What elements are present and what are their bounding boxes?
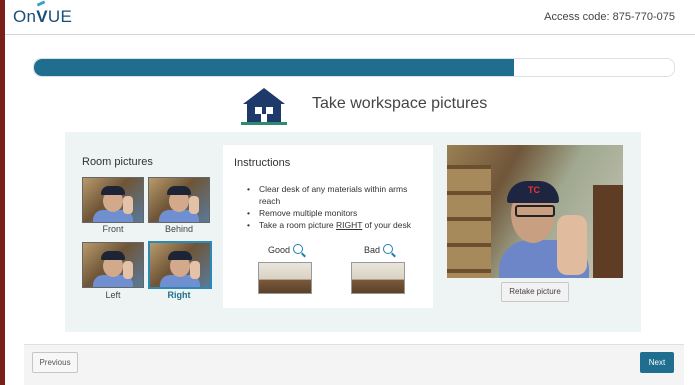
webcam-photo: TC [447,145,623,278]
access-code: Access code: 875-770-075 [544,11,675,23]
zoom-in-icon[interactable] [383,244,394,254]
next-button[interactable]: Next [640,352,674,373]
retake-picture-button[interactable]: Retake picture [501,282,569,302]
instructions-list: Clear desk of any materials within arms … [247,183,427,231]
instruction-text: Take a room picture [259,220,337,230]
footer-bar [24,344,684,385]
room-thumb-left[interactable] [82,242,144,288]
zoom-in-icon[interactable] [293,244,304,254]
room-thumb-caption: Behind [164,224,194,234]
instruction-item: Remove multiple monitors [247,207,427,219]
room-thumb-front[interactable] [82,177,144,223]
room-thumb-caption-selected: Right [167,290,191,300]
progress-bar [33,58,675,77]
progress-bar-fill [34,59,514,76]
top-bar: OnVUE Access code: 875-770-075 [5,0,695,35]
logo-prefix: On [13,7,37,26]
logo-v: V [36,7,48,26]
page-title: Take workspace pictures [312,95,488,112]
previous-button[interactable]: Previous [32,352,78,373]
bad-example-image [351,262,405,294]
bad-example-label[interactable]: Bad [364,244,394,255]
room-thumb-behind[interactable] [148,177,210,223]
instruction-item: Take a room picture RIGHT of your desk [247,219,427,231]
good-example-image [258,262,312,294]
room-thumb-caption: Left [105,290,121,300]
instruction-item: Clear desk of any materials within arms … [247,183,427,207]
instruction-text: of your desk [362,220,411,230]
bad-label-text: Bad [364,245,381,255]
window-left-edge [0,0,5,385]
room-thumb-right[interactable] [148,241,212,289]
room-pictures-label: Room pictures [82,156,153,168]
good-label-text: Good [268,245,291,255]
logo-suffix: UE [47,7,73,26]
onvue-logo: OnVUE [13,7,72,27]
instruction-emphasis: RIGHT [336,220,363,230]
room-thumb-caption: Front [102,224,124,234]
instructions-title: Instructions [234,157,291,169]
good-example-label[interactable]: Good [268,244,304,255]
house-icon [241,88,287,125]
